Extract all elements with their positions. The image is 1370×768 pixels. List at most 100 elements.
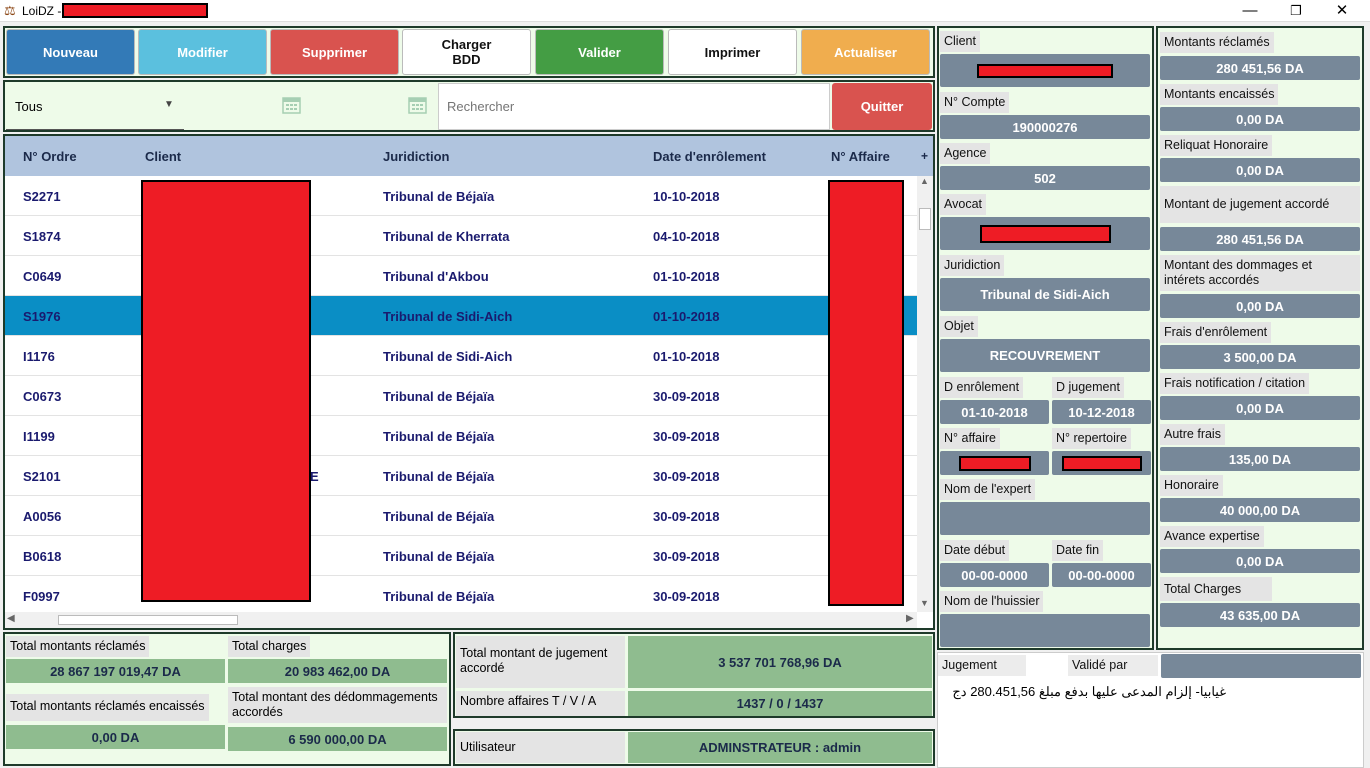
modifier-button[interactable]: Modifier [138,29,267,75]
juridiction-cell: Tribunal d'Akbou [383,269,489,284]
autre-frais-value: 135,00 DA [1160,447,1360,471]
scroll-left-icon[interactable]: ◀ [7,613,15,624]
search-input[interactable] [438,83,830,130]
add-column-icon[interactable]: + [921,149,928,163]
date-debut-value: 00-00-0000 [940,563,1049,587]
status-select[interactable]: Tous ▼ [6,84,184,130]
agence-label: Agence [940,143,991,164]
frais-enrolement-label: Frais d'enrôlement [1160,322,1272,343]
client-label: Client [940,31,980,52]
gavel-icon: ⚖ [4,3,16,18]
order-cell: I1199 [23,429,55,444]
col-header-ordre[interactable]: N° Ordre [23,149,77,164]
nouveau-button[interactable]: Nouveau [6,29,135,75]
minimize-button[interactable]: — [1227,0,1273,22]
montants-encaisses-value: 0,00 DA [1160,107,1360,131]
date-cell: 30-09-2018 [653,549,720,564]
montants-reclames-label: Montants réclamés [1160,32,1274,53]
close-button[interactable]: ✕ [1319,0,1365,22]
total-encaisses-value: 0,00 DA [6,725,225,749]
redacted-affaire [958,455,1031,471]
juridiction-label: Juridiction [940,255,1005,276]
frais-notification-label: Frais notification / citation [1160,373,1310,394]
valide-par-value [1161,654,1361,678]
scrollbar-thumb[interactable] [919,208,931,230]
d-jugement-label: D jugement [1052,377,1124,398]
calendar-icon[interactable] [282,96,301,114]
nombre-affaires-label: Nombre affaires T / V / A [456,691,625,716]
redacted-affaire-column [828,180,904,606]
total-charges-value: 20 983 462,00 DA [228,659,447,683]
montants-encaisses-label: Montants encaissés [1160,84,1279,105]
calendar-icon[interactable] [408,96,427,114]
vertical-scrollbar[interactable]: ▲ ▼ [917,176,933,612]
charger-bdd-button[interactable]: Charger BDD [402,29,531,75]
supprimer-button[interactable]: Supprimer [270,29,399,75]
objet-value: RECOUVREMENT [940,339,1150,372]
compte-label: N° Compte [940,92,1010,113]
redacted-repertoire [1061,455,1142,471]
total-charges-label: Total Charges [1160,577,1272,601]
order-cell: S2271 [23,189,61,204]
reliquat-value: 0,00 DA [1160,158,1360,182]
total-reclames-label: Total montants réclamés [6,636,150,657]
honoraire-label: Honoraire [1160,475,1223,496]
n-repertoire-value [1052,451,1151,475]
maximize-button[interactable]: ❐ [1273,0,1319,22]
col-header-juridiction[interactable]: Juridiction [383,149,449,164]
scrollbar-thumb[interactable] [58,615,238,625]
user-value: ADMINSTRATEUR : admin [628,732,932,763]
actualiser-button[interactable]: Actualiser [801,29,930,75]
chevron-down-icon: ▼ [164,99,174,110]
nombre-affaires-value: 1437 / 0 / 1437 [628,691,932,716]
order-cell: F0997 [23,589,60,604]
avocat-value [940,217,1150,250]
expert-value [940,502,1150,535]
quitter-button[interactable]: Quitter [832,83,932,130]
n-affaire-label: N° affaire [940,428,1001,449]
expert-label: Nom de l'expert [940,479,1036,500]
scroll-right-icon[interactable]: ▶ [906,613,914,624]
date-cell: 04-10-2018 [653,229,720,244]
scroll-down-icon[interactable]: ▼ [920,598,929,608]
frais-enrolement-value: 3 500,00 DA [1160,345,1360,369]
valider-button[interactable]: Valider [535,29,664,75]
order-cell: I1176 [23,349,55,364]
montants-reclames-value: 280 451,56 DA [1160,56,1360,80]
client-value [940,54,1150,87]
d-enrolement-value: 01-10-2018 [940,400,1049,424]
frais-notification-value: 0,00 DA [1160,396,1360,420]
order-cell: B0618 [23,549,62,564]
scroll-up-icon[interactable]: ▲ [920,176,929,186]
montant-jugement-label: Montant de jugement accordé [1160,186,1360,223]
valide-par-label: Validé par [1068,655,1158,676]
juridiction-cell: Tribunal de Béjaïa [383,189,495,204]
juridiction-cell: Tribunal de Béjaïa [383,429,495,444]
huissier-label: Nom de l'huissier [940,591,1044,612]
juridiction-cell: Tribunal de Béjaïa [383,549,495,564]
jugement-text[interactable]: غيابيا- إلزام المدعى عليها بدفع مبلغ 280… [941,684,1226,700]
col-header-client[interactable]: Client [145,149,181,164]
avance-expertise-value: 0,00 DA [1160,549,1360,573]
redacted-client [977,63,1113,78]
avance-expertise-label: Avance expertise [1160,526,1264,547]
compte-value: 190000276 [940,115,1150,139]
redacted-avocat [979,224,1111,243]
horizontal-scrollbar[interactable]: ◀ ▶ [5,612,917,628]
col-header-affaire[interactable]: N° Affaire [831,149,890,164]
d-jugement-value: 10-12-2018 [1052,400,1151,424]
col-header-date[interactable]: Date d'enrôlement [653,149,766,164]
date-cell: 10-10-2018 [653,189,720,204]
total-jugement-value: 3 537 701 768,96 DA [628,636,932,688]
client-cell: E [310,469,319,484]
order-cell: A0056 [23,509,62,524]
juridiction-cell: Tribunal de Béjaïa [383,589,495,604]
dommages-value: 0,00 DA [1160,294,1360,318]
juridiction-cell: Tribunal de Kherrata [383,229,510,244]
imprimer-button[interactable]: Imprimer [668,29,797,75]
reliquat-label: Reliquat Honoraire [1160,135,1273,156]
order-cell: C0673 [23,389,62,404]
total-dedommagements-value: 6 590 000,00 DA [228,727,447,751]
juridiction-cell: Tribunal de Béjaïa [383,509,495,524]
d-enrolement-label: D enrôlement [940,377,1024,398]
